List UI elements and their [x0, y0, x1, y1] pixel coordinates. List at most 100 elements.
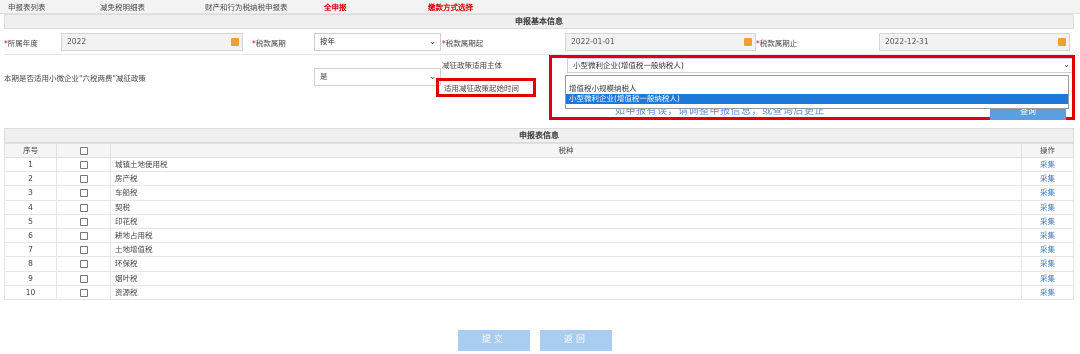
tab-property-behavior-tax[interactable]: 财产和行为税纳税申报表: [205, 2, 288, 13]
tab-full-declaration[interactable]: 全申报: [324, 2, 347, 13]
policy-question-label: 本期是否适用小微企业"六税两费"减征政策: [4, 74, 146, 83]
end-label: *税款属期止: [756, 39, 798, 48]
dropdown-option[interactable]: 增值税小规模纳税人: [566, 84, 1068, 94]
calendar-icon[interactable]: [231, 38, 239, 46]
row-tax-name: 烟叶税: [110, 270, 1022, 286]
row-checkbox-cell: [56, 156, 111, 173]
row-checkbox[interactable]: [79, 203, 88, 212]
collect-link[interactable]: 采集: [1021, 213, 1074, 229]
row-tax-name: 土地增值税: [110, 242, 1022, 258]
row-tax-name: 城镇土地使用税: [110, 156, 1022, 173]
collect-link[interactable]: 采集: [1021, 156, 1074, 173]
row-checkbox[interactable]: [79, 232, 88, 241]
tab-declaration-list[interactable]: 申报表列表: [8, 2, 46, 13]
table-row: 2 房产税 采集: [4, 171, 1074, 187]
calendar-icon[interactable]: [1058, 38, 1066, 46]
row-tax-name: 房产税: [110, 171, 1022, 187]
chevron-down-icon: ⌄: [429, 72, 436, 81]
basic-info-title: 申报基本信息: [4, 14, 1074, 29]
end-date-value: 2022-12-31: [885, 37, 929, 46]
row-checkbox-cell: [56, 199, 111, 215]
row-no: 9: [4, 270, 57, 286]
row-checkbox-cell: [56, 270, 111, 286]
row-checkbox-cell: [56, 171, 111, 187]
row-checkbox-cell: [56, 284, 111, 300]
row-checkbox[interactable]: [79, 175, 88, 184]
collect-link[interactable]: 采集: [1021, 199, 1074, 215]
back-button[interactable]: 返回: [540, 330, 612, 351]
period-select[interactable]: 按年 ⌄: [314, 33, 441, 51]
row-no: 3: [4, 185, 57, 201]
start-label: *税款属期起: [442, 39, 484, 48]
col-tax: 税种: [110, 143, 1022, 158]
row-no: 1: [4, 156, 57, 173]
calendar-icon[interactable]: [744, 38, 752, 46]
collect-link[interactable]: 采集: [1021, 227, 1074, 244]
row-checkbox[interactable]: [79, 189, 88, 198]
subject-dropdown-list: 增值税小规模纳税人 小型微利企业(增值税一般纳税人): [565, 75, 1069, 109]
form-row-period: *所属年度 2022 *税款属期 按年 ⌄ *税款属期起 2022-01-01 …: [4, 30, 1074, 55]
col-checkbox: [56, 143, 111, 158]
row-checkbox[interactable]: [79, 260, 88, 269]
row-checkbox[interactable]: [79, 161, 88, 170]
row-tax-name: 环保税: [110, 256, 1022, 272]
row-checkbox[interactable]: [79, 288, 88, 297]
table-row: 5 印花税 采集: [4, 213, 1074, 229]
row-no: 8: [4, 256, 57, 272]
row-no: 4: [4, 199, 57, 215]
row-no: 7: [4, 242, 57, 258]
col-op: 操作: [1021, 143, 1074, 158]
policy-value: 是: [320, 72, 328, 81]
collect-link[interactable]: 采集: [1021, 284, 1074, 300]
start-date-field[interactable]: 2022-01-01: [565, 33, 756, 51]
year-field[interactable]: 2022: [61, 33, 243, 51]
collect-link[interactable]: 采集: [1021, 256, 1074, 272]
year-label: *所属年度: [4, 39, 38, 48]
row-checkbox[interactable]: [79, 217, 88, 226]
collect-link[interactable]: 采集: [1021, 171, 1074, 187]
row-checkbox[interactable]: [79, 274, 88, 283]
highlight-box-start-time: [436, 78, 536, 97]
collect-link[interactable]: 采集: [1021, 242, 1074, 258]
col-no: 序号: [4, 143, 57, 158]
period-value: 按年: [320, 37, 335, 46]
row-checkbox-cell: [56, 256, 111, 272]
row-tax-name: 车船税: [110, 185, 1022, 201]
table-row: 10 资源税 采集: [4, 284, 1074, 300]
tab-reduction-detail[interactable]: 减免税明细表: [100, 2, 145, 13]
collect-link[interactable]: 采集: [1021, 270, 1074, 286]
table-row: 6 耕地占用税 采集: [4, 227, 1074, 244]
subject-label: 减征政策适用主体: [442, 61, 502, 70]
submit-button[interactable]: 提交: [458, 330, 530, 351]
select-all-checkbox[interactable]: [79, 147, 88, 155]
row-tax-name: 耕地占用税: [110, 227, 1022, 244]
top-tab-bar: 申报表列表 减免税明细表 财产和行为税纳税申报表 全申报 缴款方式选择: [0, 0, 1080, 14]
start-date-value: 2022-01-01: [571, 37, 615, 46]
row-checkbox-cell: [56, 227, 111, 244]
table-row: 3 车船税 采集: [4, 185, 1074, 201]
row-tax-name: 印花税: [110, 213, 1022, 229]
table-row: 9 烟叶税 采集: [4, 270, 1074, 286]
table-row: 7 土地增值税 采集: [4, 242, 1074, 258]
table-row: 8 环保税 采集: [4, 256, 1074, 272]
table-header-row: 序号 税种 操作: [4, 143, 1074, 158]
dropdown-option-selected[interactable]: 小型微利企业(增值税一般纳税人): [566, 94, 1068, 104]
declaration-table: 序号 税种 操作 1 城镇土地使用税 采集 2 房产税 采集 3 车船税 采集 4 契税 采集 5 印花税…: [4, 143, 1074, 300]
row-tax-name: 契税: [110, 199, 1022, 215]
table-row: 4 契税 采集: [4, 199, 1074, 215]
year-value: 2022: [67, 37, 87, 46]
row-checkbox-cell: [56, 242, 111, 258]
collect-link[interactable]: 采集: [1021, 185, 1074, 201]
row-no: 10: [4, 284, 57, 300]
period-label: *税款属期: [252, 39, 286, 48]
end-date-field[interactable]: 2022-12-31: [879, 33, 1070, 51]
row-tax-name: 资源税: [110, 284, 1022, 300]
row-checkbox-cell: [56, 185, 111, 201]
row-checkbox-cell: [56, 213, 111, 229]
row-no: 2: [4, 171, 57, 187]
row-checkbox[interactable]: [79, 246, 88, 255]
policy-select[interactable]: 是 ⌄: [314, 68, 441, 86]
chevron-down-icon: ⌄: [429, 37, 436, 46]
decl-info-title: 申报表信息: [4, 128, 1074, 143]
tab-payment-method[interactable]: 缴款方式选择: [428, 2, 473, 13]
